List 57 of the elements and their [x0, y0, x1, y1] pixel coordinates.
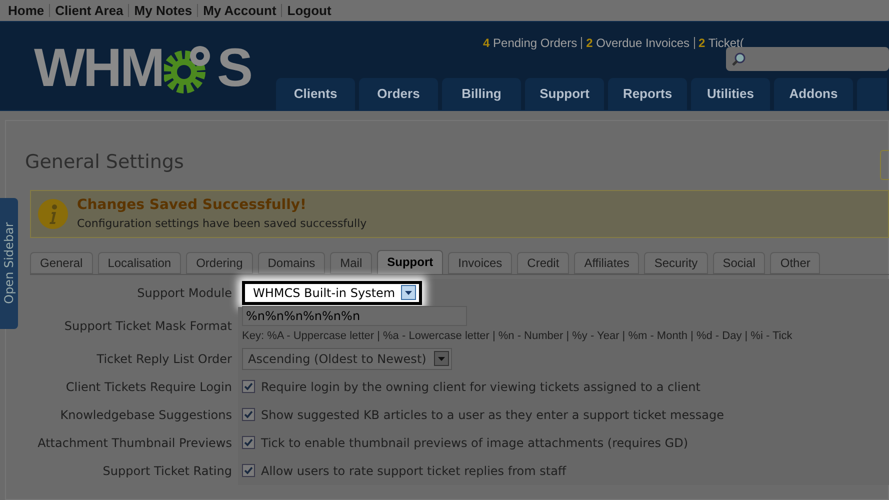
top-link[interactable]: Home — [8, 0, 44, 20]
search-icon — [732, 52, 746, 66]
dropdown[interactable]: WHMCS Built-in System — [242, 280, 422, 304]
settings-tab[interactable]: Social — [712, 252, 766, 274]
input-field[interactable]: %n%n%n%n%n%n — [242, 306, 467, 326]
nav-tab[interactable]: Billing — [442, 78, 521, 110]
settings-tab[interactable]: Credit — [517, 252, 570, 274]
top-link[interactable]: My Account — [203, 0, 276, 20]
setting-label: Attachment Thumbnail Previews — [36, 434, 233, 452]
settings-tab[interactable]: Other — [770, 252, 820, 274]
stat-link[interactable]: 4 Pending Orders — [483, 34, 578, 52]
settings-tab[interactable]: Mail — [330, 252, 372, 274]
checkbox-label: Allow users to rate support ticket replies from staff — [261, 462, 566, 480]
checkbox-label: Tick to enable thumbnail previews of image attachments (requires GD) — [261, 434, 688, 452]
logo-text: WHM — [34, 36, 163, 100]
top-link[interactable]: Logout — [287, 0, 332, 20]
settings-tab[interactable]: Invoices — [448, 252, 512, 274]
checkbox-label: Show suggested KB articles to a user as they enter a support ticket message — [261, 406, 724, 424]
nav-tab[interactable]: Addons — [774, 78, 853, 110]
page-title: General Settings — [25, 150, 184, 175]
caret-icon — [401, 285, 416, 300]
setting-label: Support Ticket Rating — [102, 462, 233, 480]
checkbox-label: Require login by the owning client for viewing tickets assigned to a client — [261, 378, 700, 396]
nav-tab[interactable]: Reports — [608, 78, 687, 110]
stat-link[interactable]: 2 Ticket( — [698, 34, 744, 52]
settings-tab[interactable]: Domains — [258, 252, 326, 274]
checkbox[interactable] — [242, 436, 255, 449]
nav-tab[interactable]: Support — [525, 78, 604, 110]
nav-tab[interactable]: Clients — [276, 78, 355, 110]
setting-label: Support Ticket Mask Format — [63, 318, 233, 334]
settings-tab[interactable]: General — [30, 252, 93, 274]
checkbox[interactable] — [242, 464, 255, 477]
nav-tab[interactable]: Orders — [359, 78, 438, 110]
checkbox[interactable] — [242, 408, 255, 421]
search-field[interactable] — [726, 47, 889, 71]
setting-label: Ticket Reply List Order — [96, 350, 233, 368]
info-icon — [37, 198, 69, 230]
sidebar-tab[interactable]: Open Sidebar — [0, 198, 18, 329]
caret-icon — [434, 351, 450, 366]
settings-tab[interactable]: Ordering — [186, 252, 253, 274]
dropdown[interactable]: Ascending (Oldest to Newest) — [242, 348, 452, 370]
top-link[interactable]: Client Area — [55, 0, 124, 20]
setting-label: Support Module — [136, 284, 233, 302]
alert-title: Changes Saved Successfully! — [77, 196, 308, 215]
settings-tab[interactable]: Security — [644, 252, 708, 274]
nav-tab[interactable]: Utilities — [691, 78, 770, 110]
settings-tab[interactable]: Affiliates — [574, 252, 640, 274]
settings-tab[interactable]: Support — [377, 250, 444, 274]
hint-text: Key: %A - Uppercase letter | %a - Lowercase letter | %n - Number | %y - Year | %m - Month | %d - Day | %i - Tick — [242, 329, 792, 344]
setting-label: Client Tickets Require Login — [64, 378, 233, 396]
stat-link[interactable]: 2 Overdue Invoices — [586, 34, 690, 52]
logo-text: S — [216, 36, 253, 100]
alert-message: Configuration settings have been saved successfully — [77, 216, 367, 232]
checkbox[interactable] — [242, 380, 255, 393]
top-link[interactable]: My Notes — [134, 0, 192, 20]
setting-label: Knowledgebase Suggestions — [59, 406, 233, 424]
settings-tab[interactable]: Localisation — [98, 252, 182, 274]
